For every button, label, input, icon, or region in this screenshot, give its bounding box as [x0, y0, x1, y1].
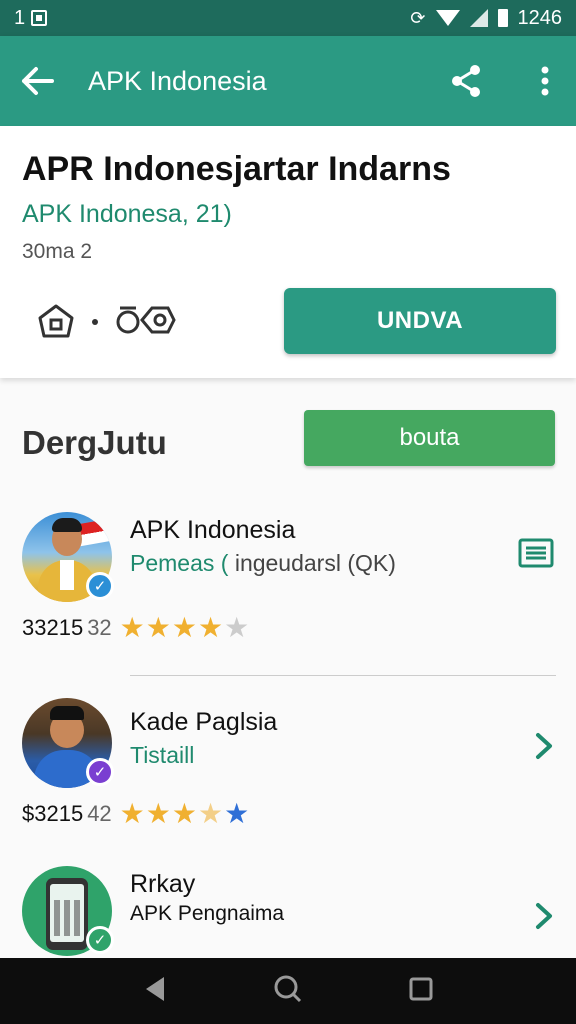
item-subtitle: Pemeas ( ingeudarsl (QK): [130, 550, 396, 577]
item-name: APK Indonesia: [130, 516, 296, 544]
list-item[interactable]: ✓ Kade Paglsia Tistaill $3215 42 ★ ★ ★ ★ ★: [0, 696, 576, 846]
nav-home-icon[interactable]: [273, 974, 303, 1009]
list-item[interactable]: ✓ APK Indonesia Pemeas ( ingeudarsl (QK)…: [0, 510, 576, 660]
rating-count: 33215: [22, 615, 84, 640]
battery-icon: [497, 9, 508, 27]
verified-badge-icon: ✓: [86, 926, 114, 954]
header-icon-row: [36, 302, 176, 343]
list-item[interactable]: ✓ Rrkay APK Pengnaima: [0, 864, 576, 958]
status-left: 1: [14, 6, 48, 30]
status-time: 1246: [517, 6, 563, 29]
share-icon[interactable]: [450, 64, 482, 98]
rating-count-sub: 32: [87, 615, 112, 640]
wifi-icon: [435, 10, 460, 26]
rating-count: $3215: [22, 801, 84, 826]
item-subtitle-rest: ingeudarsl (QK): [228, 550, 396, 576]
nav-recents-icon[interactable]: [408, 976, 434, 1007]
status-right: ⟳ 1246: [410, 7, 562, 30]
sync-icon: ⟳: [410, 7, 426, 28]
verified-badge-icon: ✓: [86, 758, 114, 786]
chevron-right-icon[interactable]: [534, 902, 554, 930]
dot-icon: [90, 314, 100, 332]
star-rating-icon: ★ ★ ★ ★ ★: [119, 798, 250, 829]
item-subtitle-highlight: Pemeas (: [130, 550, 229, 576]
app-bar-title: APK Indonesia: [88, 65, 267, 96]
app-title: APR Indonesjartar Indarns: [22, 150, 451, 188]
list-icon[interactable]: [518, 538, 554, 568]
system-nav-bar: [0, 958, 576, 1024]
notification-icon: [31, 10, 48, 26]
back-arrow-icon[interactable]: [20, 66, 56, 96]
app-bar: APK Indonesia: [0, 36, 576, 126]
app-header-card: APR Indonesjartar Indarns APK Indonesa, …: [0, 126, 576, 378]
rating-row: $3215 42 ★ ★ ★ ★ ★: [22, 800, 249, 828]
signal-icon: [469, 9, 488, 27]
home-icon[interactable]: [36, 302, 76, 343]
item-subtitle-highlight: Tistaill: [130, 742, 195, 768]
item-name: Rrkay: [130, 870, 196, 898]
more-vert-icon[interactable]: [540, 66, 550, 96]
app-subtitle: APK Indonesa, 21): [22, 200, 232, 228]
primary-action-button[interactable]: UNDVA: [284, 288, 556, 354]
star-rating-icon: ★ ★ ★ ★ ★: [119, 612, 250, 643]
nav-back-icon[interactable]: [142, 975, 168, 1008]
item-name: Kade Paglsia: [130, 708, 278, 736]
section-action-button[interactable]: bouta: [304, 410, 555, 466]
app-meta: 30ma 2: [22, 240, 93, 263]
item-subtitle: APK Pengnaima: [130, 902, 284, 926]
avatar: ✓: [22, 512, 114, 602]
section-title: DergJutu: [22, 424, 167, 461]
status-bar: 1 ⟳ 1246: [0, 0, 576, 36]
chevron-right-icon[interactable]: [534, 732, 554, 760]
app-bar-actions: [450, 64, 550, 98]
item-subtitle-rest: APK Pengnaima: [130, 902, 285, 925]
status-indicator-text: 1: [14, 6, 26, 29]
settings-gear-icon[interactable]: [114, 302, 176, 343]
avatar: ✓: [22, 866, 114, 956]
rating-row: 33215 32 ★ ★ ★ ★ ★: [22, 614, 249, 642]
item-subtitle: Tistaill: [130, 742, 194, 769]
list-divider: [130, 675, 556, 676]
verified-badge-icon: ✓: [86, 572, 114, 600]
rating-count-sub: 42: [87, 801, 112, 826]
avatar: ✓: [22, 698, 114, 788]
